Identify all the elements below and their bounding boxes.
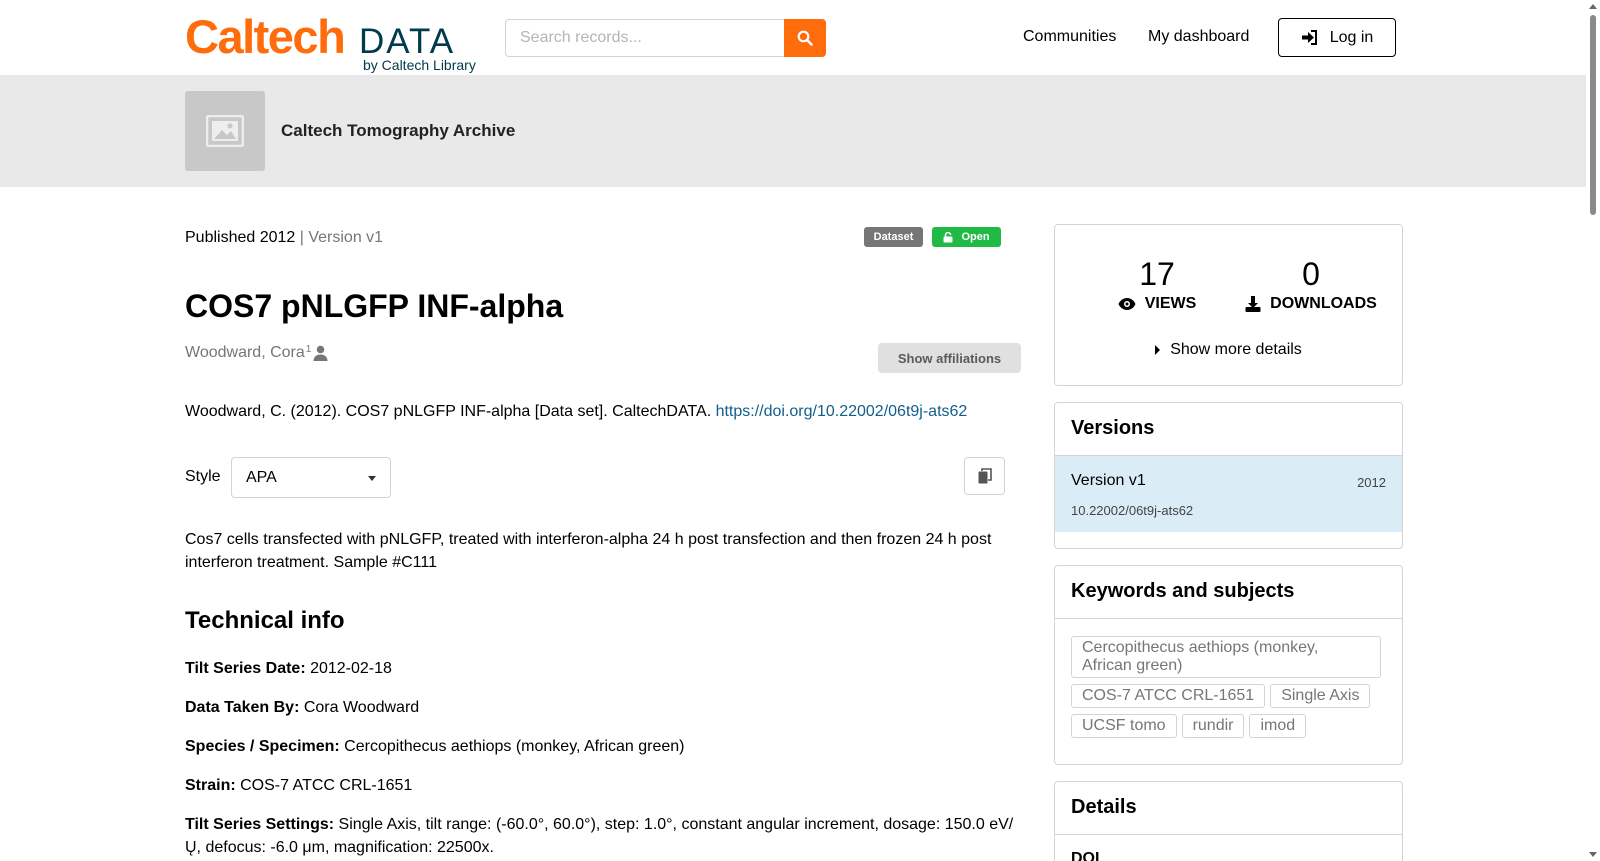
lock-open-icon: [943, 231, 953, 242]
views-label: VIEWS: [1144, 295, 1197, 312]
access-status-badge: Open: [932, 227, 1001, 247]
published-date: Published 2012: [185, 229, 296, 246]
keyword-tag[interactable]: Single Axis: [1270, 684, 1371, 708]
creator[interactable]: Woodward, Cora 1: [185, 344, 328, 362]
keyword-tag[interactable]: imod: [1249, 714, 1307, 738]
field-species: Species / Specimen: Cercopithecus aethio…: [185, 738, 685, 755]
record-description: Cos7 cells transfected with pNLGFP, trea…: [185, 531, 992, 571]
caret-right-icon: [1155, 345, 1161, 355]
keywords-card: Keywords and subjects Cercopithecus aeth…: [1054, 565, 1403, 765]
version-item[interactable]: Version v1 2012 10.22002/06t9j-ats62: [1055, 456, 1402, 532]
field-data-taken-by: Data Taken By: Cora Woodward: [185, 699, 420, 716]
versions-card: Versions Version v1 2012 10.22002/06t9j-…: [1054, 402, 1403, 549]
logo-data-text: DATA: [359, 22, 456, 61]
version-doi: 10.22002/06t9j-ats62: [1071, 503, 1194, 518]
version-label: Version v1: [1071, 472, 1146, 489]
top-header: Caltech DATA by Caltech Library Communit…: [0, 0, 1600, 75]
keywords-heading: Keywords and subjects: [1055, 566, 1402, 619]
scrollbar-thumb[interactable]: [1590, 15, 1596, 215]
sign-in-icon: [1301, 30, 1317, 45]
field-strain: Strain: COS-7 ATCC CRL-1651: [185, 777, 413, 794]
logo-byline: by Caltech Library: [363, 57, 476, 73]
nav-communities[interactable]: Communities: [1023, 28, 1116, 46]
resource-type-badge: Dataset: [864, 227, 923, 247]
caret-down-icon: [368, 476, 376, 481]
views-count: 17: [1139, 256, 1175, 292]
downloads-stat: 0 DOWNLOADS: [1241, 257, 1381, 313]
keyword-list: Cercopithecus aethiops (monkey, African …: [1071, 636, 1387, 738]
scroll-down-icon[interactable]: [1589, 852, 1597, 857]
copy-icon: [978, 468, 992, 484]
keyword-tag[interactable]: COS-7 ATCC CRL-1651: [1071, 684, 1266, 708]
keyword-tag[interactable]: rundir: [1181, 714, 1245, 738]
caltech-data-logo[interactable]: Caltech DATA by Caltech Library: [185, 10, 485, 74]
technical-info-heading: Technical info: [185, 607, 345, 634]
field-tilt-series-date: Tilt Series Date: 2012-02-18: [185, 660, 392, 677]
user-icon: [313, 345, 328, 361]
show-more-details[interactable]: Show more details: [1055, 341, 1402, 359]
creator-name: Woodward, Cora: [185, 344, 305, 361]
search-button[interactable]: [784, 19, 826, 57]
style-value: APA: [246, 468, 277, 486]
keyword-tag[interactable]: UCSF tomo: [1071, 714, 1177, 738]
image-placeholder-icon: [206, 115, 244, 147]
style-label: Style: [185, 468, 221, 485]
views-stat: 17 VIEWS: [1107, 257, 1207, 313]
versions-heading: Versions: [1055, 403, 1402, 456]
community-header: Caltech Tomography Archive: [0, 75, 1586, 187]
citation-text: Woodward, C. (2012). COS7 pNLGFP INF-alp…: [185, 403, 716, 420]
citation-style-dropdown[interactable]: APA: [231, 457, 391, 498]
eye-icon: [1118, 298, 1136, 310]
field-tilt-series-settings: Tilt Series Settings: Single Axis, tilt …: [185, 816, 1014, 856]
keyword-tag[interactable]: Cercopithecus aethiops (monkey, African …: [1071, 636, 1381, 678]
copy-citation-button[interactable]: [964, 457, 1005, 495]
downloads-label: DOWNLOADS: [1270, 295, 1377, 312]
details-heading: Details: [1055, 782, 1402, 835]
affiliation-marker: 1: [305, 344, 312, 355]
publication-info: Published 2012 | Version v1: [185, 229, 383, 247]
version-year: 2012: [1357, 475, 1386, 490]
citation: Woodward, C. (2012). COS7 pNLGFP INF-alp…: [185, 403, 967, 421]
scroll-up-icon[interactable]: [1589, 4, 1597, 9]
login-label: Log in: [1329, 28, 1374, 46]
stats-card: 17 VIEWS 0 DOWNLOADS Show more details: [1054, 224, 1403, 386]
show-affiliations-button[interactable]: Show affiliations: [878, 343, 1021, 373]
community-name[interactable]: Caltech Tomography Archive: [281, 121, 515, 141]
details-card: Details DOI: [1054, 781, 1403, 861]
search-input[interactable]: [505, 19, 785, 57]
logo-caltech-text: Caltech: [185, 10, 346, 63]
doi-link[interactable]: https://doi.org/10.22002/06t9j-ats62: [716, 403, 968, 420]
record-title: COS7 pNLGFP INF-alpha: [185, 288, 564, 324]
details-doi-label: DOI: [1071, 850, 1100, 861]
version-info: | Version v1: [295, 229, 384, 246]
login-button[interactable]: Log in: [1278, 18, 1396, 57]
search-bar: [505, 19, 826, 57]
page-scrollbar[interactable]: [1586, 0, 1600, 861]
nav-my-dashboard[interactable]: My dashboard: [1148, 28, 1249, 46]
download-icon: [1245, 296, 1261, 312]
community-logo[interactable]: [185, 91, 265, 171]
search-icon: [797, 30, 813, 46]
downloads-count: 0: [1302, 256, 1320, 292]
